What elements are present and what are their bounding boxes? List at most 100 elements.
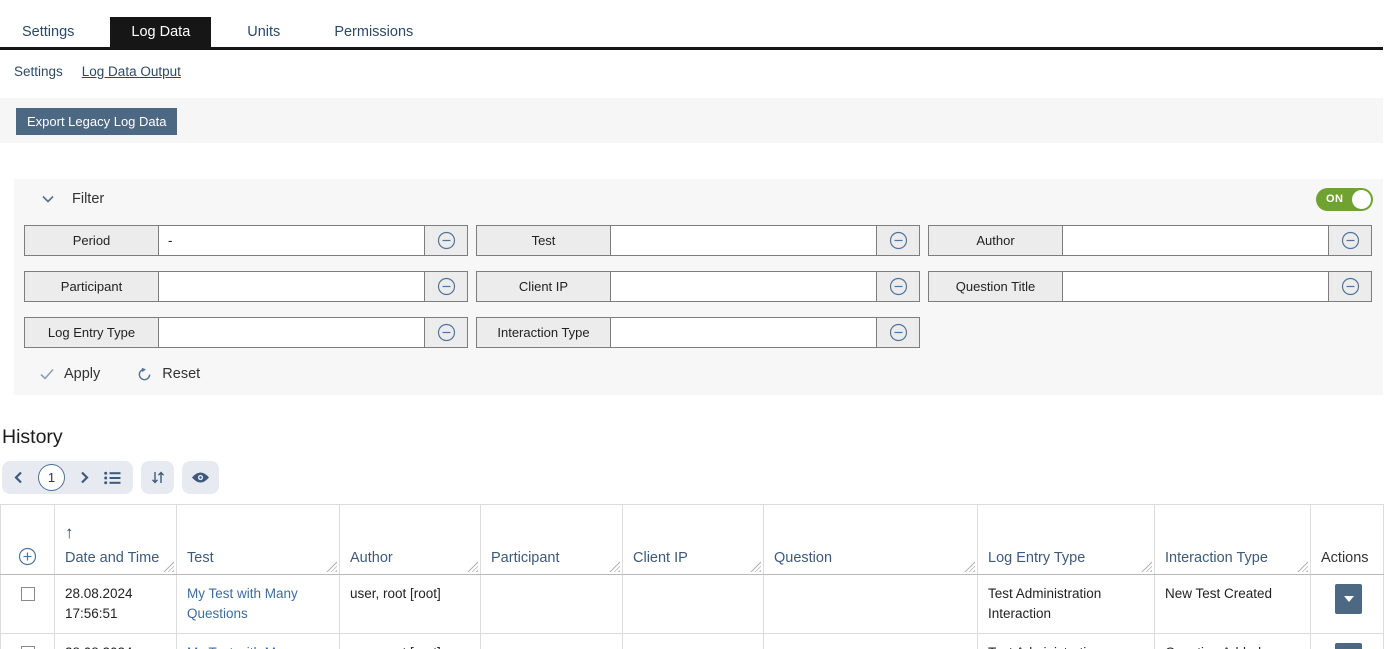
history-title: History xyxy=(2,426,1397,449)
cell-author: user, root [root] xyxy=(340,575,481,634)
column-label: Test xyxy=(187,550,214,566)
column-visibility-button[interactable] xyxy=(182,461,219,494)
filter-header[interactable]: Filter ON xyxy=(14,179,1383,219)
column-header-author[interactable]: Author xyxy=(340,505,481,575)
filter-on-toggle[interactable]: ON xyxy=(1316,188,1373,211)
tab-settings[interactable]: Settings xyxy=(4,17,92,47)
column-header-participant[interactable]: Participant xyxy=(481,505,623,575)
cell-question xyxy=(764,575,978,634)
column-header-actions: Actions xyxy=(1311,505,1384,575)
filter-field-remove-button[interactable] xyxy=(424,272,467,301)
column-header-client-ip[interactable]: Client IP xyxy=(623,505,764,575)
page-list-button[interactable] xyxy=(104,471,121,485)
filter-field: Question Title xyxy=(928,271,1372,302)
column-resize-handle[interactable] xyxy=(1297,561,1308,572)
reset-button[interactable]: Reset xyxy=(137,366,200,382)
filter-fields: Period Test Author xyxy=(14,219,1383,348)
cell-interaction-type: Question Added xyxy=(1155,634,1311,649)
breadcrumb: Settings Log Data Output xyxy=(0,50,1397,79)
cell-participant xyxy=(481,634,623,649)
column-resize-handle[interactable] xyxy=(964,561,975,572)
filter-field-remove-button[interactable] xyxy=(1328,272,1371,301)
eye-icon xyxy=(191,471,210,484)
pagination-bar: 1 xyxy=(2,461,1397,494)
filter-field-remove-button[interactable] xyxy=(876,226,919,255)
filter-title: Filter xyxy=(72,191,104,207)
filter-field-input[interactable] xyxy=(159,318,424,347)
chevron-right-icon xyxy=(80,471,89,484)
chevron-down-icon xyxy=(40,191,56,207)
column-header-date-and-time[interactable]: ↑ Date and Time xyxy=(55,505,177,575)
column-resize-handle[interactable] xyxy=(163,561,174,572)
filter-field: Author xyxy=(928,225,1372,256)
filter-field-remove-button[interactable] xyxy=(876,272,919,301)
row-actions-dropdown-button[interactable] xyxy=(1335,584,1362,614)
add-column-header[interactable] xyxy=(1,505,55,575)
tab-units[interactable]: Units xyxy=(229,17,298,47)
previous-page-button[interactable] xyxy=(14,471,23,484)
circle-minus-icon xyxy=(889,277,908,296)
filter-field-input[interactable] xyxy=(1063,272,1328,301)
column-resize-handle[interactable] xyxy=(467,561,478,572)
circle-minus-icon xyxy=(437,277,456,296)
column-header-question[interactable]: Question xyxy=(764,505,978,575)
filter-field-remove-button[interactable] xyxy=(1328,226,1371,255)
circle-plus-icon xyxy=(18,547,37,566)
cell-interaction-type: New Test Created xyxy=(1155,575,1311,634)
filter-field-input[interactable] xyxy=(1063,226,1328,255)
export-legacy-log-data-button[interactable]: Export Legacy Log Data xyxy=(16,108,177,135)
filter-actions: Apply Reset xyxy=(14,348,1383,382)
row-checkbox[interactable] xyxy=(21,587,35,601)
cell-date: 28.08.2024 xyxy=(65,586,133,601)
toggle-on-label: ON xyxy=(1326,193,1344,205)
cell-date: 28.08.2024 xyxy=(65,645,133,649)
history-table: ↑ Date and Time Test Author Participant … xyxy=(0,504,1384,649)
sort-order-button[interactable] xyxy=(141,461,174,494)
tab-permissions[interactable]: Permissions xyxy=(316,17,431,47)
cell-log-entry-type: Test Administration Interaction xyxy=(978,634,1155,649)
cell-date-and-time: 28.08.202417:56:51 xyxy=(55,575,177,634)
apply-button[interactable]: Apply xyxy=(40,366,100,382)
filter-field-remove-button[interactable] xyxy=(876,318,919,347)
filter-field-remove-button[interactable] xyxy=(424,318,467,347)
chevron-left-icon xyxy=(14,471,23,484)
current-page-indicator[interactable]: 1 xyxy=(38,464,65,491)
filter-field-input[interactable] xyxy=(159,226,424,255)
cell-log-entry-type: Test Administration Interaction xyxy=(978,575,1155,634)
column-resize-handle[interactable] xyxy=(750,561,761,572)
filter-field: Period xyxy=(24,225,468,256)
circle-minus-icon xyxy=(1341,231,1360,250)
cell-author: user, root [root] xyxy=(340,634,481,649)
reset-icon xyxy=(137,367,152,382)
test-link[interactable]: My Test with Many Questions xyxy=(187,645,298,649)
circle-minus-icon xyxy=(437,323,456,342)
row-actions-dropdown-button[interactable] xyxy=(1335,643,1362,649)
filter-field-remove-button[interactable] xyxy=(424,226,467,255)
filter-field: Log Entry Type xyxy=(24,317,468,348)
filter-field-label: Author xyxy=(929,226,1063,255)
filter-field-input[interactable] xyxy=(611,318,876,347)
cell-participant xyxy=(481,575,623,634)
filter-field: Participant xyxy=(24,271,468,302)
tab-log-data[interactable]: Log Data xyxy=(110,17,211,47)
column-resize-handle[interactable] xyxy=(609,561,620,572)
filter-field-input[interactable] xyxy=(611,226,876,255)
filter-field-input[interactable] xyxy=(159,272,424,301)
filter-field-label: Test xyxy=(477,226,611,255)
column-resize-handle[interactable] xyxy=(1141,561,1152,572)
test-link[interactable]: My Test with Many Questions xyxy=(187,586,298,621)
cell-date-and-time: 28.08.2024 xyxy=(55,634,177,649)
next-page-button[interactable] xyxy=(80,471,89,484)
page: Settings Log Data Units Permissions Sett… xyxy=(0,0,1397,649)
column-label: Log Entry Type xyxy=(988,550,1085,566)
check-icon xyxy=(40,368,54,380)
breadcrumb-settings[interactable]: Settings xyxy=(14,64,63,79)
filter-field-label: Log Entry Type xyxy=(25,318,159,347)
column-label: Client IP xyxy=(633,550,688,566)
breadcrumb-log-data-output[interactable]: Log Data Output xyxy=(82,64,181,79)
column-resize-handle[interactable] xyxy=(326,561,337,572)
column-header-test[interactable]: Test xyxy=(177,505,340,575)
column-header-interaction-type[interactable]: Interaction Type xyxy=(1155,505,1311,575)
filter-field-input[interactable] xyxy=(611,272,876,301)
column-header-log-entry-type[interactable]: Log Entry Type xyxy=(978,505,1155,575)
